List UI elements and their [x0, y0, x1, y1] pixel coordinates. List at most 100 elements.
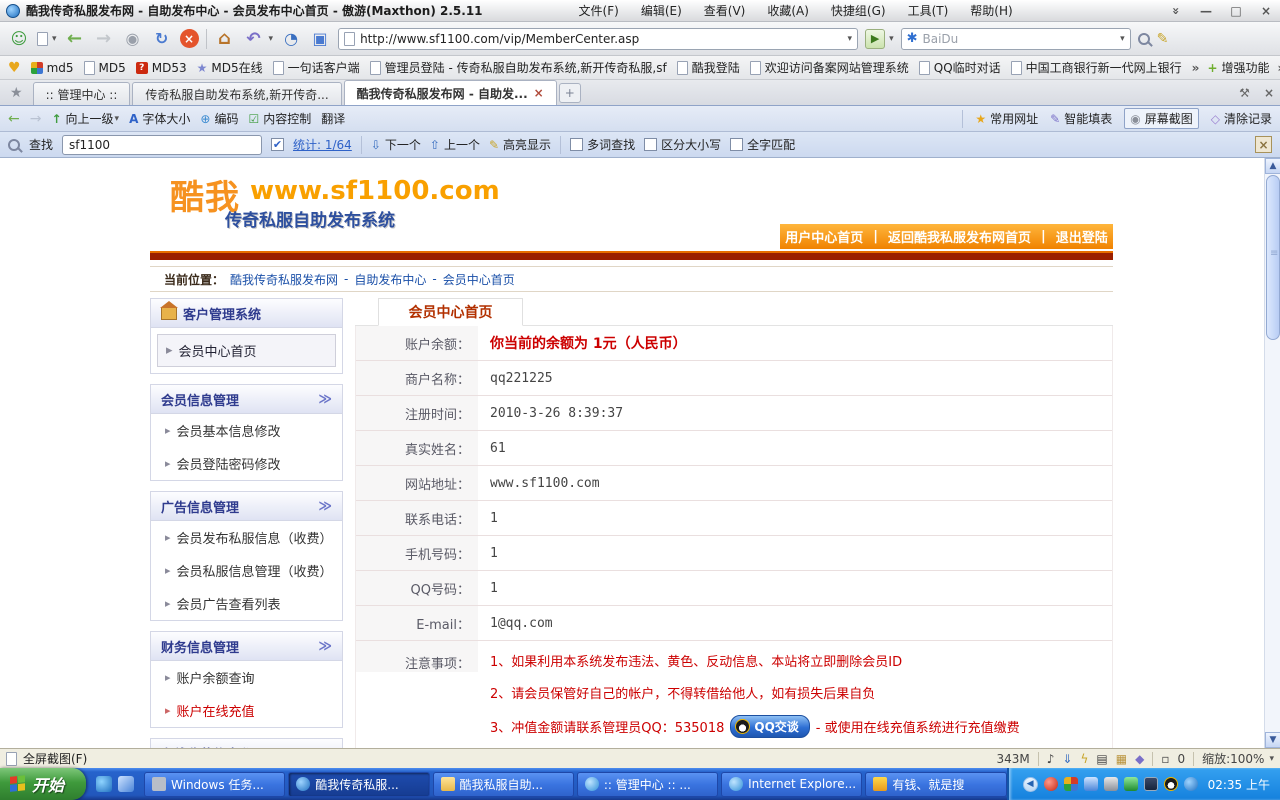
enhance-button[interactable]: +增强功能: [1207, 59, 1269, 76]
taskbtn-admin-center[interactable]: :: 管理中心 :: ...: [577, 772, 718, 797]
bookmark-MD5[interactable]: MD5: [84, 61, 126, 75]
go-dropdown-icon[interactable]: ▾: [889, 34, 894, 44]
section-header-ad-info[interactable]: 广告信息管理 ≫: [151, 492, 342, 521]
menu-tools[interactable]: 工具(T): [908, 2, 949, 19]
taskbtn-kuwo-folder[interactable]: 酷我私服自助...: [433, 772, 574, 797]
content-control-button[interactable]: ☑ 内容控制: [248, 110, 311, 127]
tab-close-icon[interactable]: ×: [534, 86, 544, 100]
topnav-return-home-link[interactable]: 返回酷我私服发布网首页: [888, 227, 1031, 246]
whole-word-checkbox[interactable]: 全字匹配: [730, 136, 795, 153]
home-icon[interactable]: ⌂: [214, 28, 236, 50]
forward-icon[interactable]: →: [93, 28, 115, 50]
speaker-icon[interactable]: ♪: [1047, 752, 1055, 766]
breadcrumb-link-member-home[interactable]: 会员中心首页: [443, 271, 515, 288]
sidebar-item-member-home[interactable]: ▸ 会员中心首页: [157, 334, 336, 367]
multi-word-checkbox[interactable]: 多词查找: [570, 136, 635, 153]
undo-dropdown-icon[interactable]: ▾: [269, 34, 274, 44]
menu-edit[interactable]: 编辑(E): [641, 2, 682, 19]
new-page-dropdown-icon[interactable]: ▾: [52, 34, 57, 44]
minimize-button[interactable]: —: [1198, 4, 1214, 18]
bookmark-admin-login[interactable]: 管理员登陆 - 传奇私服自助发布系统,新开传奇私服,sf: [370, 59, 667, 76]
zoom-dropdown-icon[interactable]: ▾: [1269, 754, 1274, 764]
pen-quick-icon[interactable]: [118, 776, 134, 792]
undo-icon[interactable]: ↶: [243, 28, 265, 50]
scrollbar-thumb[interactable]: [1266, 175, 1280, 340]
start-button[interactable]: 开始: [0, 768, 86, 800]
collapse-icon[interactable]: »: [1169, 3, 1183, 19]
tray-monitor-icon[interactable]: [1144, 777, 1158, 791]
account-icon[interactable]: ☺: [8, 28, 30, 50]
restore-button[interactable]: □: [1228, 4, 1244, 18]
tab-star-icon[interactable]: ★: [10, 85, 23, 101]
translate-button[interactable]: 翻译: [321, 110, 345, 127]
address-bar[interactable]: http://www.sf1100.com/vip/MemberCenter.a…: [338, 28, 858, 50]
find-stats[interactable]: 统计: 1/64: [293, 136, 352, 153]
tray-qq-penguin-icon[interactable]: [1164, 777, 1178, 791]
tray-media-icon[interactable]: [1044, 777, 1058, 791]
tab-admin-center[interactable]: :: 管理中心 ::: [33, 82, 131, 105]
new-tab-button[interactable]: +: [559, 83, 581, 103]
find-close-icon[interactable]: ×: [1255, 136, 1272, 153]
breadcrumb-link-center[interactable]: 自助发布中心: [354, 271, 426, 288]
menu-favorites[interactable]: 收藏(A): [767, 2, 809, 19]
status-left-text[interactable]: 全屏截图(F): [23, 750, 87, 767]
nav-forward-icon[interactable]: →: [30, 111, 42, 127]
up-level-button[interactable]: ↑ 向上一级 ▾: [51, 110, 119, 127]
download-icon[interactable]: ⇓: [1062, 752, 1072, 766]
bookmark-qq-chat[interactable]: QQ临时对话: [919, 59, 1001, 76]
close-button[interactable]: ×: [1258, 4, 1274, 18]
plugin-diamond-icon[interactable]: ◆: [1135, 752, 1144, 766]
find-next-button[interactable]: ⇩ 下一个: [371, 136, 421, 153]
up-level-dropdown-icon[interactable]: ▾: [115, 114, 120, 124]
proxy-icon[interactable]: ▤: [1096, 752, 1107, 766]
topnav-member-home-link[interactable]: 用户中心首页: [785, 227, 863, 246]
encoding-button[interactable]: ⊕ 编码: [200, 110, 238, 127]
bookmark-md5-online[interactable]: ★MD5在线: [197, 59, 263, 76]
tray-maxthon-icon[interactable]: [1184, 777, 1198, 791]
find-input[interactable]: sf1100: [62, 135, 262, 155]
menu-groups[interactable]: 快捷组(G): [831, 2, 886, 19]
sidebar-item-basic-info[interactable]: ▸ 会员基本信息修改: [151, 414, 342, 447]
sidebar-item-online-recharge[interactable]: ▸ 账户在线充值: [151, 694, 342, 727]
section-header-finance[interactable]: 财务信息管理 ≫: [151, 632, 342, 661]
ie-quick-icon[interactable]: [96, 776, 112, 792]
taskbtn-internet-explorer[interactable]: Internet Explore...: [721, 772, 862, 797]
new-page-icon[interactable]: [37, 32, 48, 46]
tray-grid-icon[interactable]: [1064, 777, 1078, 791]
bookmark-kuwo-login[interactable]: 酷我登陆: [677, 59, 740, 76]
screen-capture-button[interactable]: ◉ 屏幕截图: [1124, 108, 1199, 129]
find-prev-button[interactable]: ⇧ 上一个: [430, 136, 480, 153]
taskbtn-souba[interactable]: 有钱、就是搜: [865, 772, 1006, 797]
menu-file[interactable]: 文件(F): [579, 2, 619, 19]
popup-blocked-icon[interactable]: ▫: [1161, 752, 1169, 766]
clear-history-button[interactable]: ◇ 清除记录: [1211, 110, 1272, 127]
bolt-icon[interactable]: ϟ: [1080, 752, 1088, 766]
tray-collapse-icon[interactable]: ◀: [1023, 777, 1038, 792]
menu-help[interactable]: 帮助(H): [970, 2, 1012, 19]
qq-chat-button[interactable]: QQ交谈: [730, 715, 809, 738]
address-dropdown-icon[interactable]: ▾: [848, 34, 853, 44]
sidebar-item-balance-query[interactable]: ▸ 账户余额查询: [151, 661, 342, 694]
history-clock-icon[interactable]: ◔: [280, 28, 302, 50]
taskbtn-kuwo-browser[interactable]: 酷我传奇私服...: [288, 772, 429, 797]
taskbtn-windows-task[interactable]: Windows 任务...: [144, 772, 285, 797]
stop-icon[interactable]: ×: [180, 29, 199, 48]
bookmark-MD53[interactable]: ?MD53: [136, 61, 187, 75]
address-url[interactable]: http://www.sf1100.com/vip/MemberCenter.a…: [360, 32, 845, 46]
refresh-icon[interactable]: ↻: [151, 28, 173, 50]
favorites-heart-icon[interactable]: ♥: [8, 60, 21, 76]
menu-view[interactable]: 查看(V): [704, 2, 746, 19]
bookmark-client[interactable]: 一句话客户端: [273, 59, 360, 76]
back-icon[interactable]: ←: [64, 28, 86, 50]
favorite-sites-button[interactable]: ★ 常用网址: [975, 110, 1038, 127]
tray-blue-icon[interactable]: [1084, 777, 1098, 791]
topnav-logout-link[interactable]: 退出登陆: [1056, 227, 1108, 246]
search-box[interactable]: ✱ BaiDu ▾: [901, 28, 1131, 50]
section-header-favorites[interactable]: 在线收藏传奇私服 ≫: [151, 739, 342, 748]
sidebar-item-ad-list[interactable]: ▸ 会员广告查看列表: [151, 587, 342, 620]
sidebar-item-password[interactable]: ▸ 会员登陆密码修改: [151, 447, 342, 480]
bookmarks-overflow-icon[interactable]: »: [1192, 61, 1200, 75]
tray-green-icon[interactable]: [1124, 777, 1138, 791]
tab-member-center-home[interactable]: 会员中心首页: [378, 298, 523, 326]
search-magnifier-icon[interactable]: [1138, 33, 1150, 45]
